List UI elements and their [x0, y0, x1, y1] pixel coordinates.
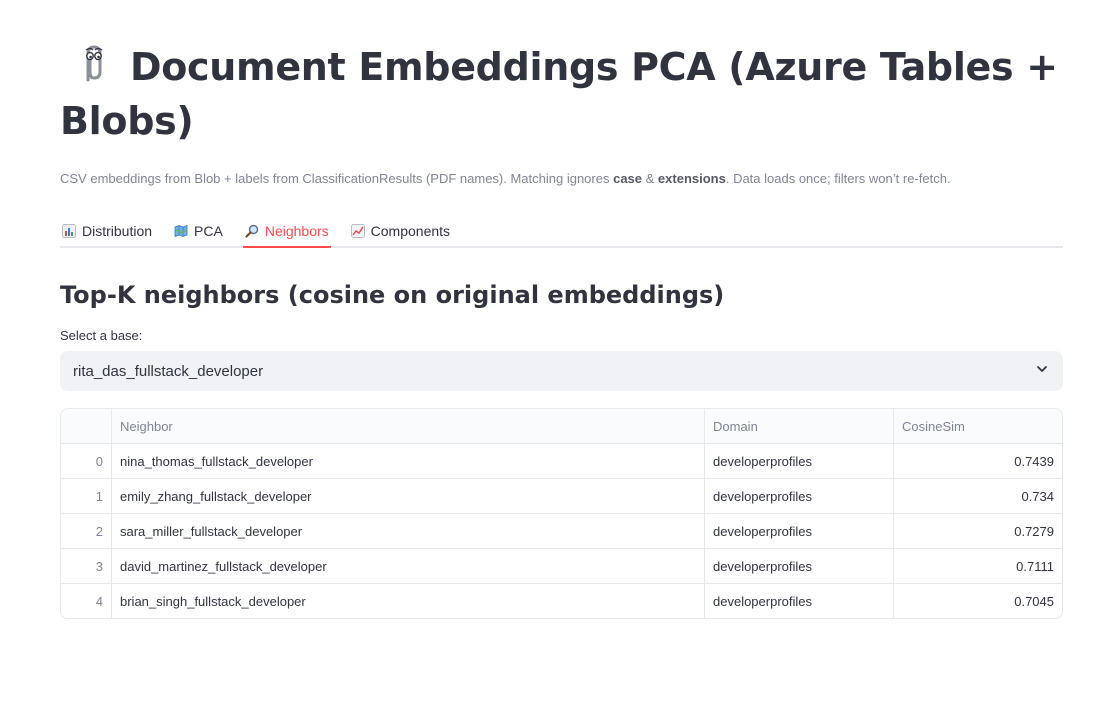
neighbors-table: Neighbor Domain CosineSim 0 nina_thomas_… [60, 408, 1063, 619]
column-header-cosinesim[interactable]: CosineSim [894, 409, 1062, 444]
chevron-down-icon [1035, 362, 1049, 380]
tab-label: PCA [194, 223, 223, 239]
domain-cell[interactable]: developerprofiles [705, 479, 894, 514]
caption-text: CSV embeddings from Blob + labels from C… [60, 171, 614, 186]
base-select[interactable]: rita_das_fullstack_developer [60, 351, 1063, 391]
caption-bold-case: case [613, 171, 643, 186]
table-header-row: Neighbor Domain CosineSim [61, 409, 1062, 444]
table-row: 4 brian_singh_fullstack_developer develo… [61, 584, 1062, 618]
cosine-cell[interactable]: 0.7111 [894, 549, 1062, 584]
main-container: Document Embeddings PCA (Azure Tables + … [60, 40, 1063, 619]
table-row: 3 david_martinez_fullstack_developer dev… [61, 549, 1062, 584]
table-row: 0 nina_thomas_fullstack_developer develo… [61, 444, 1062, 479]
column-header-neighbor[interactable]: Neighbor [112, 409, 705, 444]
cosine-cell[interactable]: 0.7045 [894, 584, 1062, 618]
page-title-text: Document Embeddings PCA (Azure Tables + … [60, 45, 1058, 143]
line-chart-icon [350, 224, 365, 238]
row-index: 0 [61, 444, 112, 479]
tab-label: Distribution [82, 223, 153, 239]
neighbor-cell[interactable]: nina_thomas_fullstack_developer [112, 444, 705, 479]
caption-bold-extensions: extensions [657, 171, 726, 186]
domain-cell[interactable]: developerprofiles [705, 549, 894, 584]
tab-bar: Distribution PCA Neighbors Components [60, 216, 1063, 248]
paperclip-icon [72, 42, 112, 86]
column-header-domain[interactable]: Domain [705, 409, 894, 444]
caption-text: . Data loads once; filters won’t re-fetc… [725, 171, 951, 186]
row-index: 2 [61, 514, 112, 549]
tab-distribution[interactable]: Distribution [60, 216, 154, 246]
tab-components[interactable]: Components [349, 216, 452, 246]
table-row: 1 emily_zhang_fullstack_developer develo… [61, 479, 1062, 514]
row-index: 3 [61, 549, 112, 584]
page-caption: CSV embeddings from Blob + labels from C… [60, 170, 1063, 188]
section-heading: Top-K neighbors (cosine on original embe… [60, 281, 725, 309]
cosine-cell[interactable]: 0.7279 [894, 514, 1062, 549]
row-index: 1 [61, 479, 112, 514]
row-index: 4 [61, 584, 112, 618]
magnifier-icon [245, 224, 259, 238]
neighbor-cell[interactable]: brian_singh_fullstack_developer [112, 584, 705, 618]
domain-cell[interactable]: developerprofiles [705, 514, 894, 549]
tab-neighbors[interactable]: Neighbors [242, 216, 331, 248]
domain-cell[interactable]: developerprofiles [705, 584, 894, 618]
cosine-cell[interactable]: 0.734 [894, 479, 1062, 514]
tab-label: Neighbors [264, 223, 329, 239]
cosine-cell[interactable]: 0.7439 [894, 444, 1062, 479]
neighbor-cell[interactable]: sara_miller_fullstack_developer [112, 514, 705, 549]
neighbor-cell[interactable]: david_martinez_fullstack_developer [112, 549, 705, 584]
table-row: 2 sara_miller_fullstack_developer develo… [61, 514, 1062, 549]
bar-chart-icon [62, 224, 76, 238]
caption-text: & [642, 171, 658, 186]
tab-pca[interactable]: PCA [172, 216, 225, 246]
column-header-index[interactable] [61, 409, 112, 444]
select-label: Select a base: [60, 328, 143, 343]
page-title: Document Embeddings PCA (Azure Tables + … [60, 40, 1063, 148]
domain-cell[interactable]: developerprofiles [705, 444, 894, 479]
select-value: rita_das_fullstack_developer [73, 362, 264, 380]
map-icon [174, 224, 188, 238]
tab-label: Components [370, 223, 451, 239]
neighbor-cell[interactable]: emily_zhang_fullstack_developer [112, 479, 705, 514]
